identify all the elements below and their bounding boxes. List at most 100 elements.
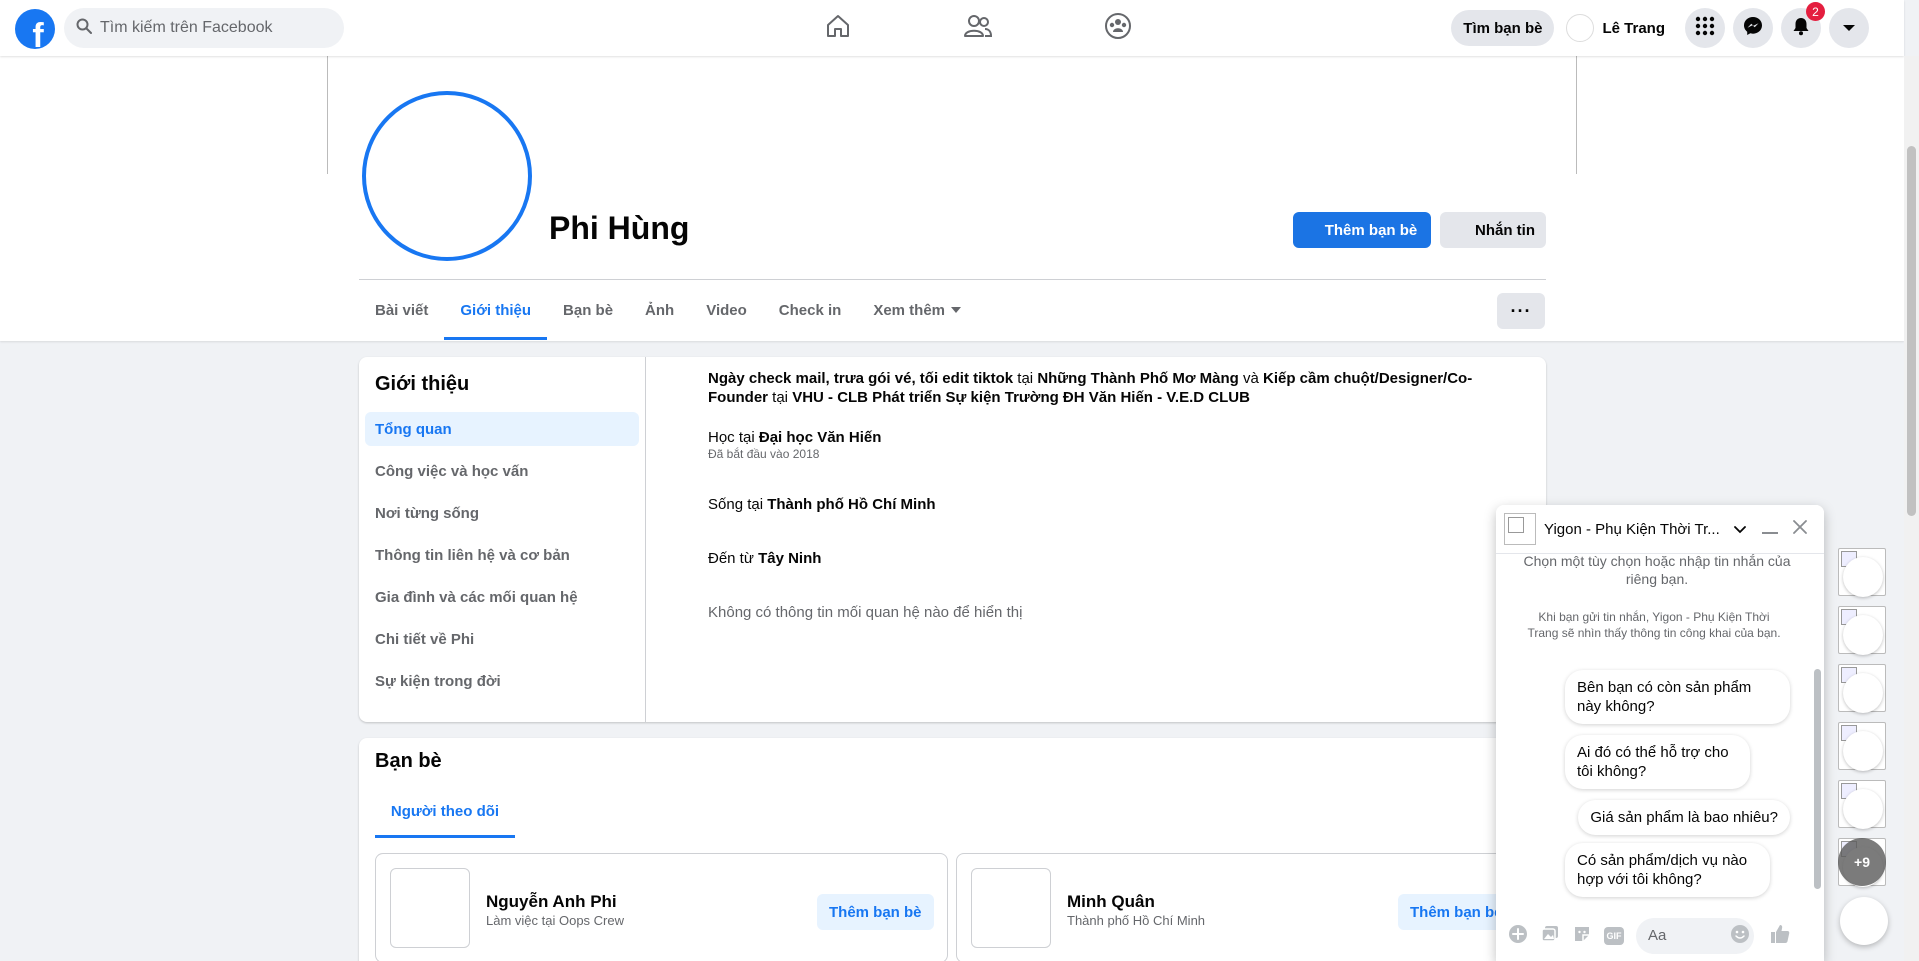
profile-picture[interactable] — [362, 91, 532, 261]
find-friends-button[interactable]: Tìm bạn bè — [1451, 10, 1555, 46]
friend-name[interactable]: Minh Quân — [1067, 892, 1155, 912]
message-input[interactable]: Aa — [1636, 917, 1754, 954]
profile-shortcut-name: Lê Trang — [1602, 19, 1665, 37]
search-icon — [76, 18, 92, 38]
sticker-button[interactable] — [1568, 922, 1596, 950]
school-link[interactable]: Đại học Văn Hiến — [759, 429, 882, 446]
chat-title-text: Yigon - Phụ Kiện Thời Tr... — [1544, 521, 1720, 538]
chat-head[interactable] — [1838, 664, 1886, 713]
tab-photos[interactable]: Ảnh — [629, 280, 690, 340]
minimize-icon — [1762, 521, 1778, 538]
more-chats-count: +9 — [1838, 838, 1886, 886]
friend-avatar[interactable] — [971, 868, 1051, 948]
tab-check-ins[interactable]: Check in — [763, 280, 858, 340]
chat-hint: Chọn một tùy chọn hoặc nhập tin nhắn của… — [1523, 554, 1791, 587]
emoji-icon[interactable] — [1730, 924, 1750, 948]
current-city-link[interactable]: Thành phố Hồ Chí Minh — [767, 496, 935, 513]
account-controls: Tìm bạn bè Lê Trang 2 — [1451, 2, 1869, 48]
friends-card: Bạn bè Người theo dõi Nguyễn Anh Phi Làm… — [359, 738, 1546, 961]
chat-header[interactable]: Yigon - Phụ Kiện Thời Tr... — [1496, 505, 1824, 554]
work-place-link[interactable]: VHU - CLB Phát triển Sự kiện Trường ĐH V… — [792, 389, 1250, 406]
search-box[interactable] — [64, 8, 344, 48]
search-input[interactable] — [100, 19, 320, 37]
chat-head[interactable] — [1838, 780, 1886, 829]
nav-groups[interactable] — [1048, 0, 1188, 56]
main-nav — [768, 0, 1188, 56]
gif-label: GIF — [1606, 930, 1622, 941]
education-prefix: Học tại — [708, 429, 755, 446]
add-friend-button[interactable]: Thêm bạn bè — [1293, 212, 1431, 248]
tab-videos[interactable]: Video — [690, 280, 763, 340]
about-menu-family[interactable]: Gia đình và các mối quan hệ — [365, 580, 639, 614]
quick-reply-option[interactable]: Có sản phẩm/dịch vụ nào hợp với tôi khôn… — [1565, 843, 1770, 897]
bell-icon — [1791, 16, 1811, 40]
hometown-link[interactable]: Tây Ninh — [758, 550, 821, 567]
chat-head[interactable] — [1838, 548, 1886, 597]
tab-more[interactable]: Xem thêm — [857, 280, 977, 340]
sticker-icon — [1572, 924, 1592, 948]
about-menu-contact-info[interactable]: Thông tin liên hệ và cơ bản — [365, 538, 639, 572]
message-button[interactable]: Nhắn tin — [1440, 212, 1546, 248]
messenger-button[interactable] — [1733, 8, 1773, 48]
gif-icon: GIF — [1604, 926, 1624, 945]
cover-photo-edge — [1576, 56, 1577, 174]
profile-shortcut[interactable]: Lê Trang — [1562, 10, 1677, 46]
quick-reply-option[interactable]: Bên bạn có còn sản phẩm này không? — [1565, 670, 1790, 724]
attach-photo-button[interactable] — [1536, 922, 1564, 950]
quick-reply-option[interactable]: Giá sản phẩm là bao nhiêu? — [1578, 800, 1790, 835]
tab-friends[interactable]: Bạn bè — [547, 280, 629, 340]
groups-icon — [1104, 12, 1132, 44]
chat-window: Yigon - Phụ Kiện Thời Tr... Chọn một tùy… — [1496, 505, 1824, 961]
facebook-logo[interactable]: f — [15, 9, 55, 49]
nav-home[interactable] — [768, 0, 908, 56]
grid-menu-icon — [1695, 16, 1715, 40]
tab-posts[interactable]: Bài viết — [359, 280, 444, 340]
like-button[interactable] — [1766, 922, 1794, 950]
chat-title[interactable]: Yigon - Phụ Kiện Thời Tr... — [1544, 521, 1724, 538]
friend-avatar[interactable] — [390, 868, 470, 948]
more-options-button[interactable]: ··· — [1497, 293, 1545, 329]
chat-head[interactable] — [1838, 606, 1886, 655]
about-menu-places-lived[interactable]: Nơi từng sống — [365, 496, 639, 530]
tab-about[interactable]: Giới thiệu — [444, 280, 547, 340]
chat-options-button[interactable] — [1728, 517, 1752, 541]
chat-head-avatar — [1838, 548, 1886, 597]
tab-followers[interactable]: Người theo dõi — [375, 784, 515, 838]
tab-more-label: Xem thêm — [873, 301, 946, 319]
more-actions-button[interactable] — [1504, 922, 1532, 950]
friends-title: Bạn bè — [375, 750, 442, 772]
close-icon — [1793, 520, 1807, 538]
quick-reply-option[interactable]: Ai đó có thể hỗ trợ cho tôi không? — [1565, 735, 1750, 789]
messenger-icon — [1743, 16, 1763, 40]
menu-button[interactable] — [1685, 8, 1725, 48]
minimize-button[interactable] — [1758, 517, 1782, 541]
about-menu-life-events[interactable]: Sự kiện trong đời — [365, 664, 639, 698]
friend-card: Minh Quân Thành phố Hồ Chí Minh Thêm bạn… — [956, 853, 1529, 961]
chat-scrollbar-thumb[interactable] — [1814, 669, 1821, 889]
about-menu-details[interactable]: Chi tiết về Phi — [365, 622, 639, 656]
work-role: Ngày check mail, trưa gói vé, tối edit t… — [708, 370, 1014, 387]
about-menu-overview[interactable]: Tổng quan — [365, 412, 639, 446]
notifications-button[interactable]: 2 — [1781, 2, 1825, 48]
profile-name: Phi Hùng — [549, 210, 690, 246]
friend-name[interactable]: Nguyễn Anh Phi — [486, 892, 617, 912]
chat-page-avatar[interactable] — [1504, 513, 1536, 545]
chat-scrollbar[interactable] — [1810, 554, 1824, 910]
close-button[interactable] — [1788, 517, 1812, 541]
new-message-button[interactable] — [1840, 897, 1888, 945]
gif-button[interactable]: GIF — [1600, 922, 1628, 950]
add-friend-button[interactable]: Thêm bạn bè — [817, 894, 934, 930]
page-scrollbar[interactable] — [1904, 56, 1919, 961]
about-menu-work-education[interactable]: Công việc và học vấn — [365, 454, 639, 488]
chat-head[interactable] — [1838, 722, 1886, 771]
more-chats-button[interactable]: +9 — [1838, 838, 1886, 887]
about-card: Giới thiệu Tổng quan Công việc và học vấ… — [359, 357, 1546, 722]
nav-friends[interactable] — [908, 0, 1048, 56]
page-scrollbar-thumb[interactable] — [1907, 146, 1916, 516]
avatar — [1566, 14, 1595, 42]
work-place-link[interactable]: Những Thành Phố Mơ Màng — [1037, 370, 1239, 387]
account-button[interactable] — [1829, 8, 1869, 48]
current-city-entry: Sống tại Thành phố Hồ Chí Minh — [708, 495, 936, 514]
friends-icon — [963, 12, 993, 44]
chat-privacy-note: Khi bạn gửi tin nhắn, Yigon - Phụ Kiện T… — [1527, 610, 1781, 640]
